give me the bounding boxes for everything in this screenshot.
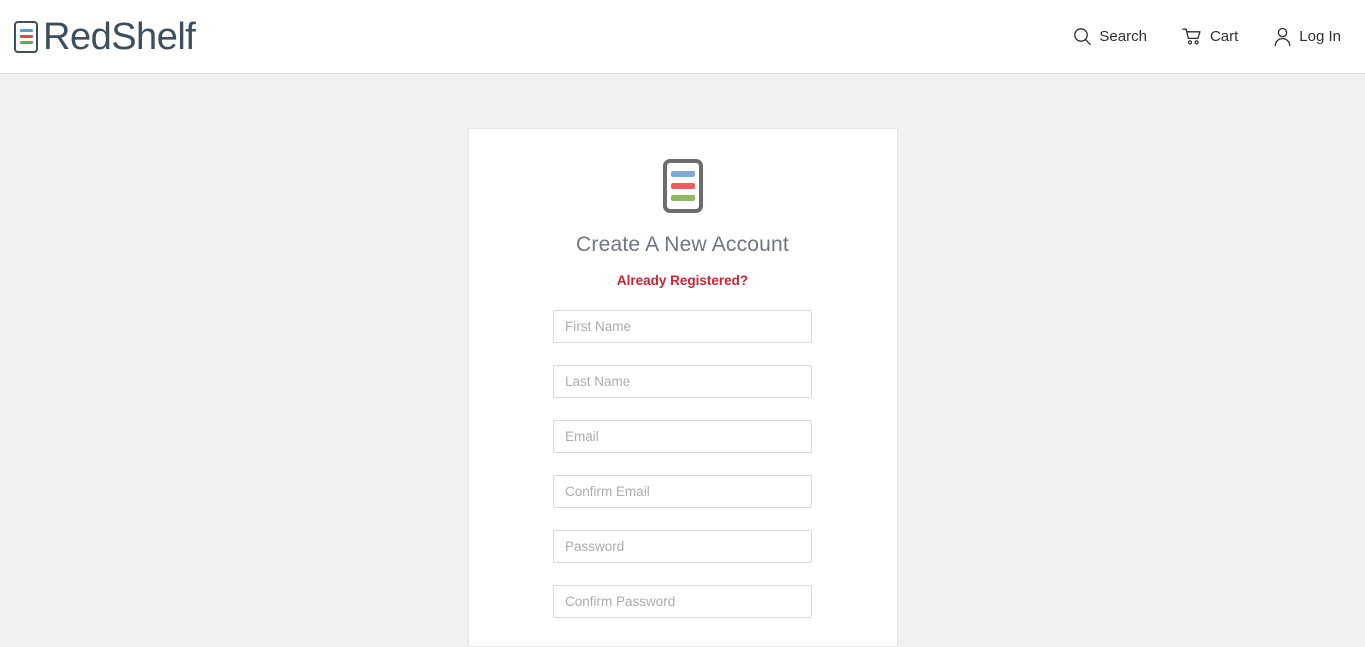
nav-search[interactable]: Search <box>1073 27 1147 46</box>
cart-icon <box>1182 27 1203 46</box>
signup-form <box>553 310 812 638</box>
nav-search-label: Search <box>1099 28 1147 45</box>
nav-login[interactable]: Log In <box>1273 27 1341 47</box>
password-input[interactable] <box>553 530 812 563</box>
logo-bar-red <box>19 35 33 38</box>
first-name-input[interactable] <box>553 310 812 343</box>
page-main: Create A New Account Already Registered? <box>0 74 1365 647</box>
logo-bar-green <box>19 41 33 44</box>
brand-logo[interactable]: RedShelf <box>14 15 196 58</box>
header-nav: Search Cart Log In <box>1073 27 1351 47</box>
already-registered-link[interactable]: Already Registered? <box>617 273 748 288</box>
card-icon-bar-green <box>670 195 695 201</box>
search-icon <box>1073 27 1092 46</box>
user-icon <box>1273 27 1292 47</box>
brand-name: RedShelf <box>43 15 196 58</box>
site-header: RedShelf Search Cart Log In <box>0 0 1365 74</box>
book-bars-icon <box>662 159 703 213</box>
email-input[interactable] <box>553 420 812 453</box>
logo-bar-blue <box>19 29 33 32</box>
signup-card: Create A New Account Already Registered? <box>467 128 898 647</box>
card-icon-bar-blue <box>670 171 695 177</box>
last-name-input[interactable] <box>553 365 812 398</box>
nav-login-label: Log In <box>1299 28 1341 45</box>
card-icon-bar-red <box>670 183 695 189</box>
nav-cart[interactable]: Cart <box>1182 27 1238 46</box>
confirm-password-input[interactable] <box>553 585 812 618</box>
nav-cart-label: Cart <box>1209 28 1239 45</box>
page-title: Create A New Account <box>576 233 789 256</box>
redshelf-book-icon <box>14 20 38 53</box>
confirm-email-input[interactable] <box>553 475 812 508</box>
